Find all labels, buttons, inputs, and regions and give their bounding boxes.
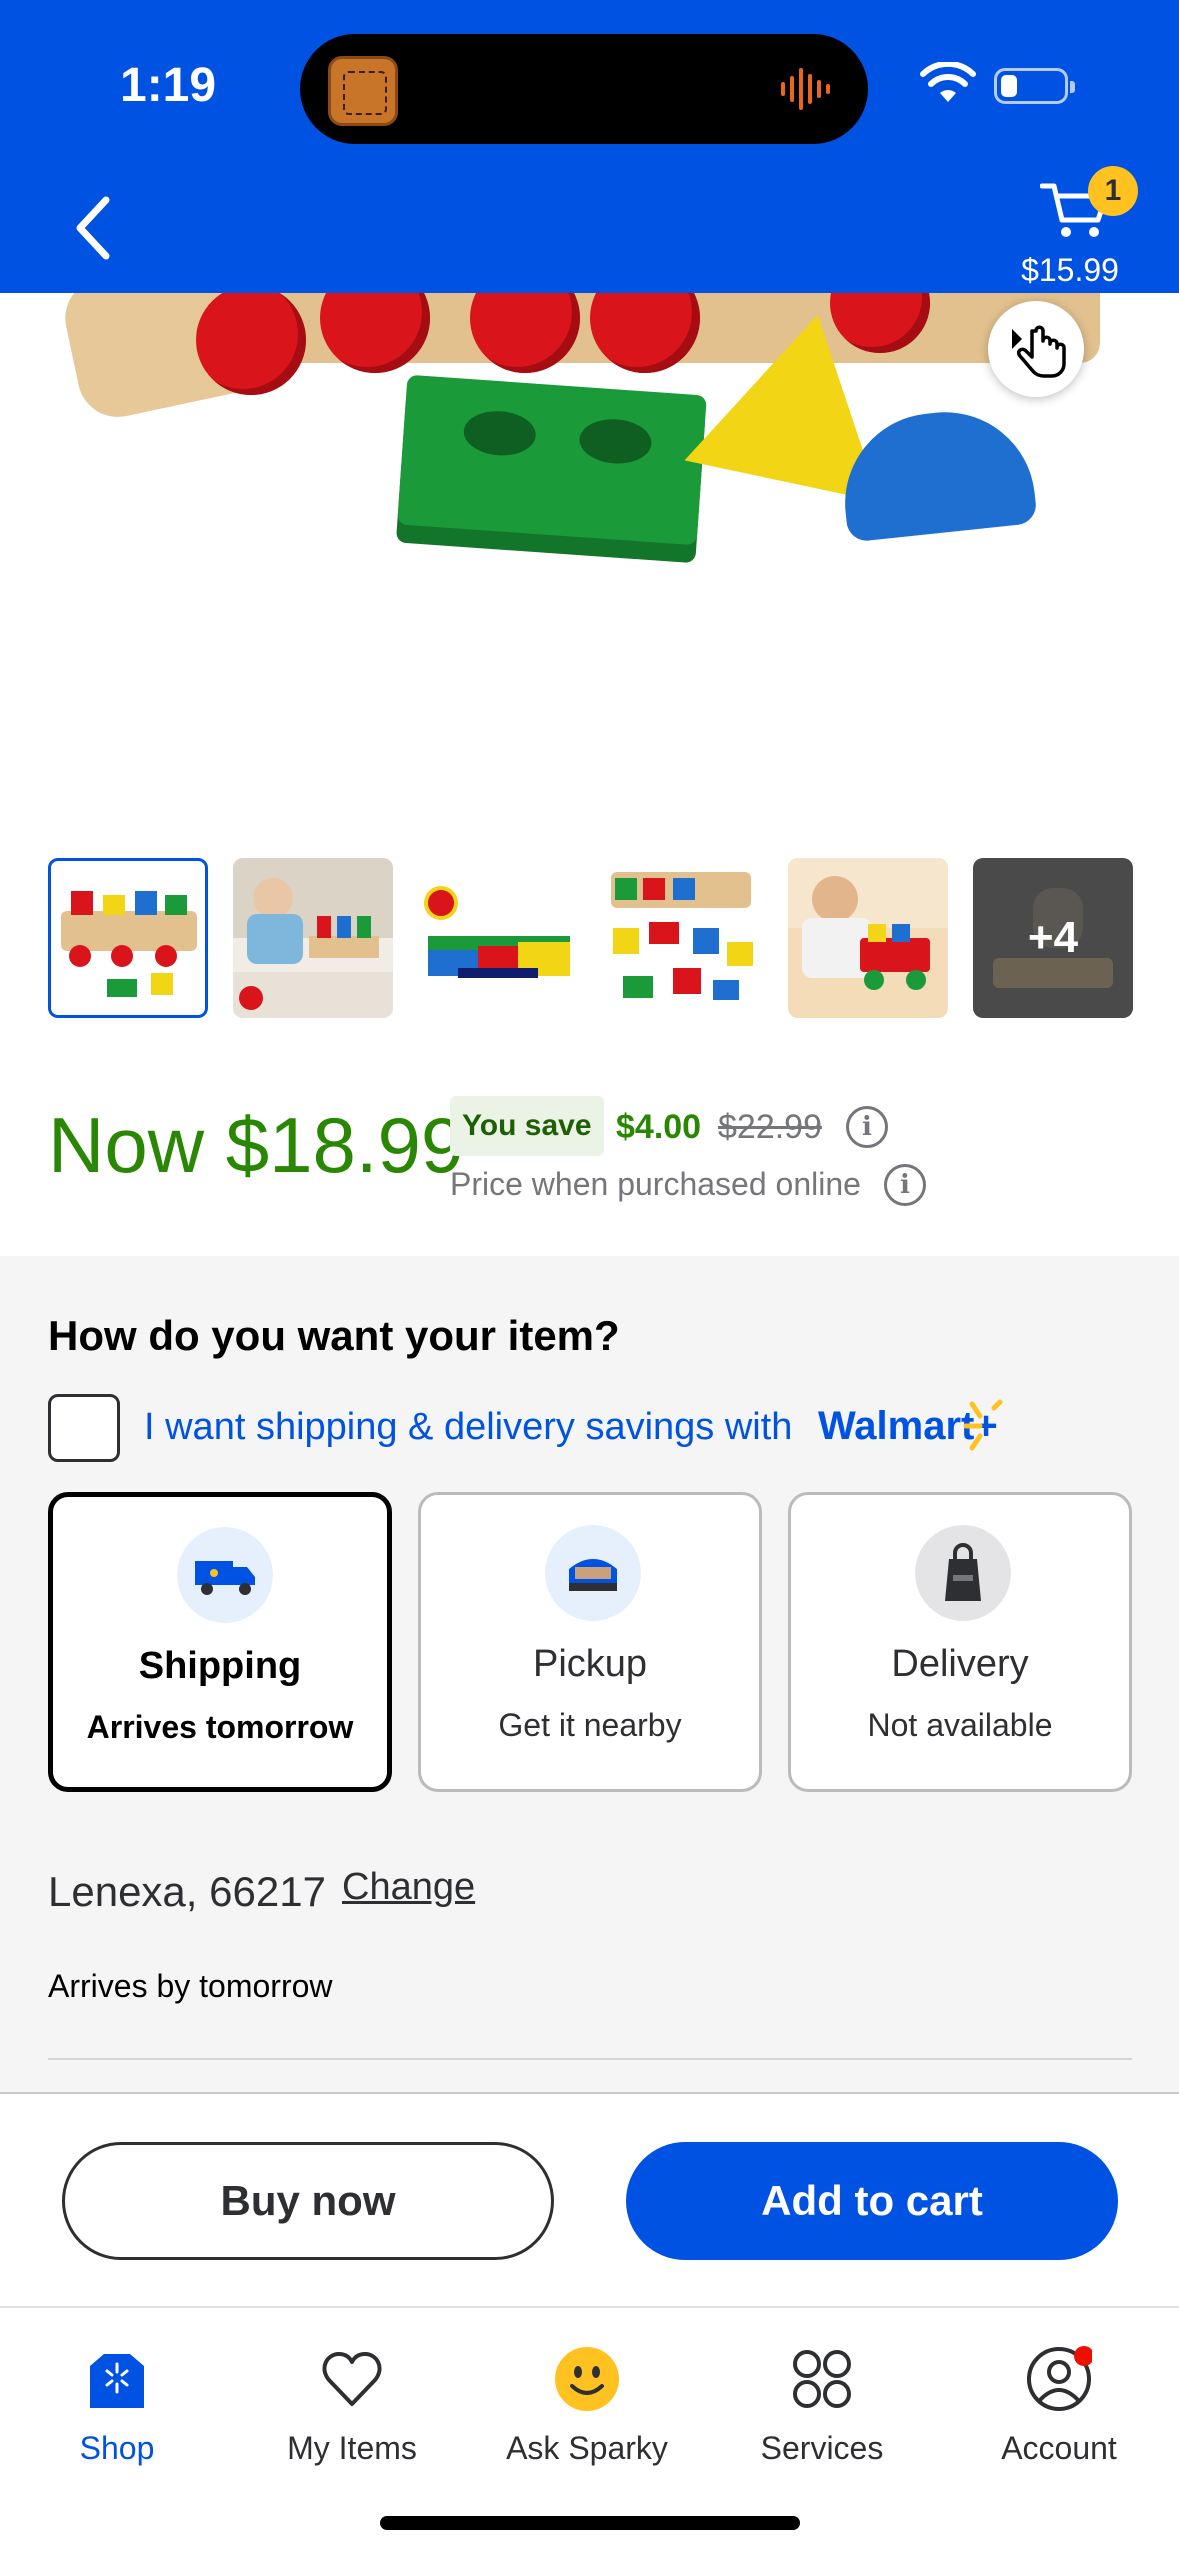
tab-account-label: Account bbox=[1001, 2430, 1117, 2466]
thumbnail-5[interactable] bbox=[788, 858, 948, 1018]
thumbnail-strip: +4 bbox=[48, 858, 1138, 1020]
thumbnail-3[interactable] bbox=[418, 858, 578, 1018]
shipping-option[interactable]: Shipping Arrives tomorrow bbox=[48, 1492, 392, 1792]
cart-total: $15.99 bbox=[1021, 252, 1119, 288]
shop-icon bbox=[90, 2354, 144, 2408]
wifi-icon bbox=[920, 62, 976, 102]
truck-icon bbox=[177, 1527, 273, 1623]
green-block bbox=[397, 374, 707, 546]
view-in-3d-button[interactable] bbox=[988, 301, 1084, 397]
shipping-sub: Arrives tomorrow bbox=[86, 1709, 354, 1745]
you-save-badge: You save bbox=[450, 1096, 604, 1156]
divider bbox=[48, 2058, 1132, 2060]
shipping-label: Shipping bbox=[138, 1645, 302, 1687]
product-image[interactable] bbox=[0, 293, 1179, 813]
sparky-icon bbox=[555, 2347, 619, 2411]
top-header: 1:19 1 $15.99 bbox=[0, 0, 1179, 293]
tab-ask-sparky-label: Ask Sparky bbox=[506, 2430, 668, 2466]
tab-shop[interactable]: Shop bbox=[2, 2338, 232, 2478]
tab-shop-label: Shop bbox=[79, 2430, 155, 2466]
tab-account[interactable]: Account bbox=[944, 2338, 1174, 2478]
thumbnail-4[interactable] bbox=[603, 858, 763, 1018]
thumbnail-1[interactable] bbox=[48, 858, 208, 1018]
current-price: Now $18.99 bbox=[48, 1101, 465, 1189]
audio-wave-icon bbox=[781, 68, 830, 110]
status-time: 1:19 bbox=[120, 59, 217, 112]
online-price-info-icon[interactable]: i bbox=[884, 1164, 926, 1206]
tab-my-items[interactable]: My Items bbox=[237, 2338, 467, 2478]
car-trunk-icon bbox=[545, 1525, 641, 1621]
account-icon bbox=[1027, 2346, 1092, 2411]
savings-text[interactable]: I want shipping & delivery savings with bbox=[144, 1406, 792, 1449]
change-location-link[interactable]: Change bbox=[342, 1866, 475, 1909]
location-text: Lenexa, 66217 bbox=[48, 1868, 326, 1915]
price-note: Price when purchased online bbox=[450, 1166, 861, 1202]
live-activity-app-icon bbox=[328, 56, 398, 126]
add-to-cart-button[interactable]: Add to cart bbox=[626, 2142, 1118, 2260]
arrival-text: Arrives by tomorrow bbox=[48, 1968, 333, 2004]
more-photos-count: +4 bbox=[1027, 913, 1079, 962]
thumbnail-2[interactable] bbox=[233, 858, 393, 1018]
cart-button[interactable]: 1 $15.99 bbox=[1010, 160, 1150, 290]
back-chevron-icon[interactable] bbox=[66, 190, 126, 266]
tab-services-label: Services bbox=[760, 2430, 884, 2466]
delivery-option[interactable]: Delivery Not available bbox=[788, 1492, 1132, 1792]
wheel bbox=[196, 293, 306, 395]
pickup-label: Pickup bbox=[532, 1643, 648, 1685]
thumbnail-more[interactable]: +4 bbox=[973, 858, 1133, 1018]
hand-pointer-icon bbox=[1012, 325, 1066, 378]
fulfillment-section: How do you want your item? I want shippi… bbox=[0, 1256, 1179, 2094]
services-icon bbox=[793, 2350, 851, 2408]
fulfillment-title: How do you want your item? bbox=[48, 1312, 620, 1359]
tab-services[interactable]: Services bbox=[707, 2338, 937, 2478]
heart-icon bbox=[322, 2352, 382, 2406]
save-amount: $4.00 bbox=[616, 1108, 702, 1146]
was-price: $22.99 bbox=[718, 1108, 822, 1146]
bag-icon bbox=[915, 1525, 1011, 1621]
delivery-sub: Not available bbox=[867, 1707, 1053, 1743]
tab-my-items-label: My Items bbox=[287, 2430, 417, 2466]
purchase-action-bar: Buy now Add to cart bbox=[0, 2092, 1179, 2308]
pickup-option[interactable]: Pickup Get it nearby bbox=[418, 1492, 762, 1792]
cart-count-badge: 1 bbox=[1088, 166, 1138, 216]
pickup-sub: Get it nearby bbox=[498, 1707, 682, 1743]
buy-now-button[interactable]: Buy now bbox=[62, 2142, 554, 2260]
tab-ask-sparky[interactable]: Ask Sparky bbox=[472, 2338, 702, 2478]
home-indicator bbox=[380, 2516, 800, 2530]
price-info-icon[interactable]: i bbox=[846, 1106, 888, 1148]
battery-icon bbox=[994, 68, 1075, 104]
delivery-label: Delivery bbox=[891, 1643, 1029, 1685]
dynamic-island bbox=[300, 34, 868, 144]
walmart-plus-checkbox[interactable] bbox=[48, 1394, 120, 1462]
spark-icon bbox=[963, 1399, 1003, 1451]
